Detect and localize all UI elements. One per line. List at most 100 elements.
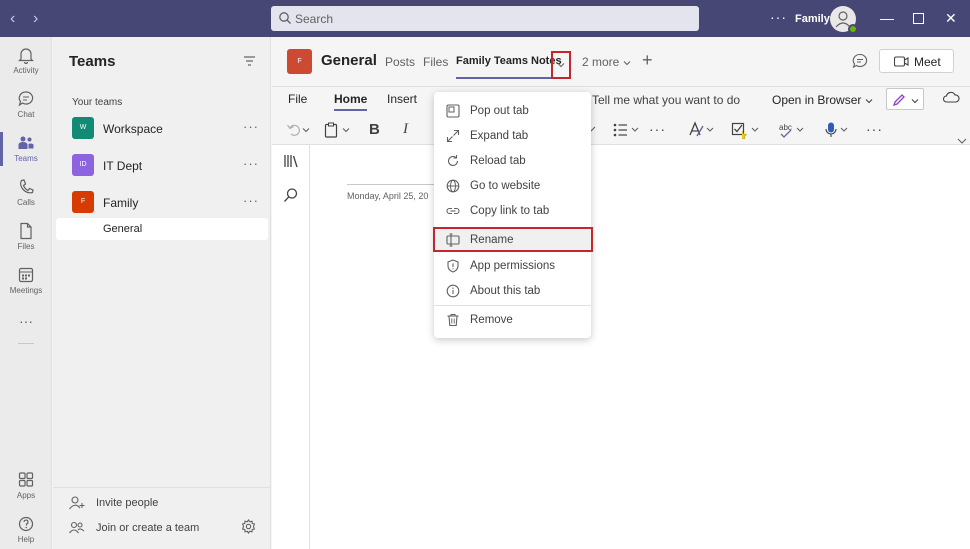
filter-icon[interactable]: [243, 55, 256, 67]
more-commands-icon[interactable]: ···: [866, 121, 883, 137]
rail-item-chat[interactable]: Chat: [0, 90, 52, 119]
rail-label: Meetings: [10, 286, 42, 295]
menu-item-label: Pop out tab: [470, 105, 529, 117]
more-options-icon[interactable]: ···: [243, 193, 259, 208]
team-avatar: ID: [72, 154, 94, 176]
collapse-ribbon-icon[interactable]: [957, 137, 967, 145]
dictate-microphone-icon[interactable]: [824, 121, 852, 139]
ribbon-tab-home[interactable]: Home: [334, 92, 367, 106]
team-item-it-dept[interactable]: ID IT Dept ···: [53, 149, 271, 183]
menu-item-app-permissions[interactable]: App permissions: [434, 254, 591, 279]
reload-icon: [446, 154, 460, 168]
teams-icon: [17, 134, 35, 152]
open-in-browser-label: Open in Browser: [772, 93, 861, 107]
chevron-down-icon: [911, 98, 919, 104]
rail-item-meetings[interactable]: Meetings: [0, 266, 52, 295]
minimize-icon[interactable]: —: [880, 10, 894, 26]
rail-item-help[interactable]: Help: [0, 515, 52, 544]
search-placeholder: Search: [295, 12, 333, 26]
bold-button[interactable]: B: [369, 121, 380, 138]
maximize-icon[interactable]: [913, 13, 924, 24]
tab-posts[interactable]: Posts: [385, 55, 415, 69]
close-icon[interactable]: ✕: [945, 10, 957, 27]
chevron-down-icon: [557, 62, 565, 68]
rail-label: Apps: [17, 491, 35, 500]
join-team-icon: [69, 521, 85, 535]
notebooks-icon[interactable]: [283, 153, 299, 169]
channel-item-general[interactable]: General: [56, 218, 268, 240]
panel-footer: [53, 487, 271, 488]
team-item-family[interactable]: F Family ···: [53, 186, 271, 220]
team-avatar: W: [72, 117, 94, 139]
rail-item-apps[interactable]: Apps: [0, 471, 52, 500]
tag-checkbox-icon[interactable]: [731, 121, 763, 139]
rail-divider: [18, 343, 34, 344]
clipboard-icon[interactable]: [324, 122, 352, 138]
meet-label: Meet: [914, 55, 941, 69]
editing-mode-button[interactable]: [886, 88, 924, 110]
channel-title: General: [321, 52, 377, 69]
team-name: Workspace: [103, 122, 163, 136]
rail-more-icon[interactable]: ···: [0, 313, 52, 329]
menu-item-go-to-website[interactable]: Go to website: [434, 174, 591, 199]
chevron-down-icon: [865, 98, 873, 104]
rail-item-activity[interactable]: Activity: [0, 46, 52, 75]
menu-item-label: Reload tab: [470, 155, 526, 167]
expand-icon: [446, 129, 460, 143]
menu-item-about-tab[interactable]: About this tab: [434, 279, 591, 304]
rail-item-teams[interactable]: Teams: [0, 134, 52, 163]
more-tabs-button[interactable]: 2 more: [582, 55, 631, 69]
chevron-down-icon: [623, 60, 631, 66]
user-name[interactable]: Family: [795, 13, 830, 25]
rail-item-files[interactable]: Files: [0, 222, 52, 251]
search-icon: [278, 11, 292, 25]
link-icon: [446, 204, 460, 218]
channel-name: General: [103, 223, 142, 235]
font-style-icon[interactable]: [688, 121, 718, 139]
tab-files[interactable]: Files: [423, 55, 448, 69]
ribbon-tab-insert[interactable]: Insert: [387, 92, 417, 106]
avatar[interactable]: [830, 6, 856, 32]
team-name: IT Dept: [103, 159, 142, 173]
menu-item-expand-tab[interactable]: Expand tab: [434, 124, 591, 149]
meet-button[interactable]: Meet: [879, 49, 954, 73]
panel-title: Teams: [69, 53, 115, 70]
tab-family-teams-notes[interactable]: Family Teams Notes: [456, 55, 562, 67]
gear-icon[interactable]: [241, 519, 256, 534]
search-icon[interactable]: [283, 187, 299, 203]
team-item-workspace[interactable]: W Workspace ···: [53, 112, 271, 146]
open-in-browser-button[interactable]: Open in Browser: [772, 93, 873, 107]
more-options-icon[interactable]: ···: [243, 119, 259, 134]
search-input[interactable]: Search: [271, 6, 699, 31]
spelling-icon[interactable]: abc: [778, 121, 808, 139]
bulleted-list-icon[interactable]: [612, 121, 642, 139]
menu-item-pop-out-tab[interactable]: Pop out tab: [434, 99, 591, 124]
back-arrow-icon[interactable]: ‹: [10, 10, 15, 28]
add-tab-button[interactable]: +: [642, 50, 653, 71]
status-badge: [848, 24, 858, 34]
ribbon-tab-file[interactable]: File: [288, 92, 307, 106]
rail-item-calls[interactable]: Calls: [0, 178, 52, 207]
rail-label: Activity: [13, 66, 38, 75]
undo-icon[interactable]: [286, 123, 310, 137]
tell-me-search[interactable]: Tell me what you want to do: [592, 93, 740, 107]
menu-item-remove[interactable]: Remove: [434, 308, 591, 333]
conversation-icon[interactable]: [852, 53, 868, 69]
more-options-icon[interactable]: ···: [243, 156, 259, 171]
rail-label: Calls: [17, 198, 35, 207]
shield-icon: [446, 259, 460, 273]
italic-button[interactable]: I: [403, 121, 408, 138]
menu-item-reload-tab[interactable]: Reload tab: [434, 149, 591, 174]
file-icon: [18, 222, 34, 240]
more-list-options-icon[interactable]: ···: [649, 121, 666, 137]
menu-item-copy-link[interactable]: Copy link to tab: [434, 199, 591, 224]
forward-arrow-icon[interactable]: ›: [33, 10, 38, 28]
settings-more-icon[interactable]: ···: [770, 9, 787, 25]
notebook-side-nav: [272, 145, 310, 549]
sync-cloud-icon[interactable]: [942, 91, 960, 105]
tab-options-dropdown[interactable]: [551, 51, 571, 79]
pen-icon: [892, 93, 906, 107]
menu-item-rename[interactable]: Rename: [433, 227, 593, 252]
teams-panel: Teams Your teams W Workspace ··· ID IT D…: [53, 37, 271, 549]
calendar-icon: [18, 266, 34, 284]
